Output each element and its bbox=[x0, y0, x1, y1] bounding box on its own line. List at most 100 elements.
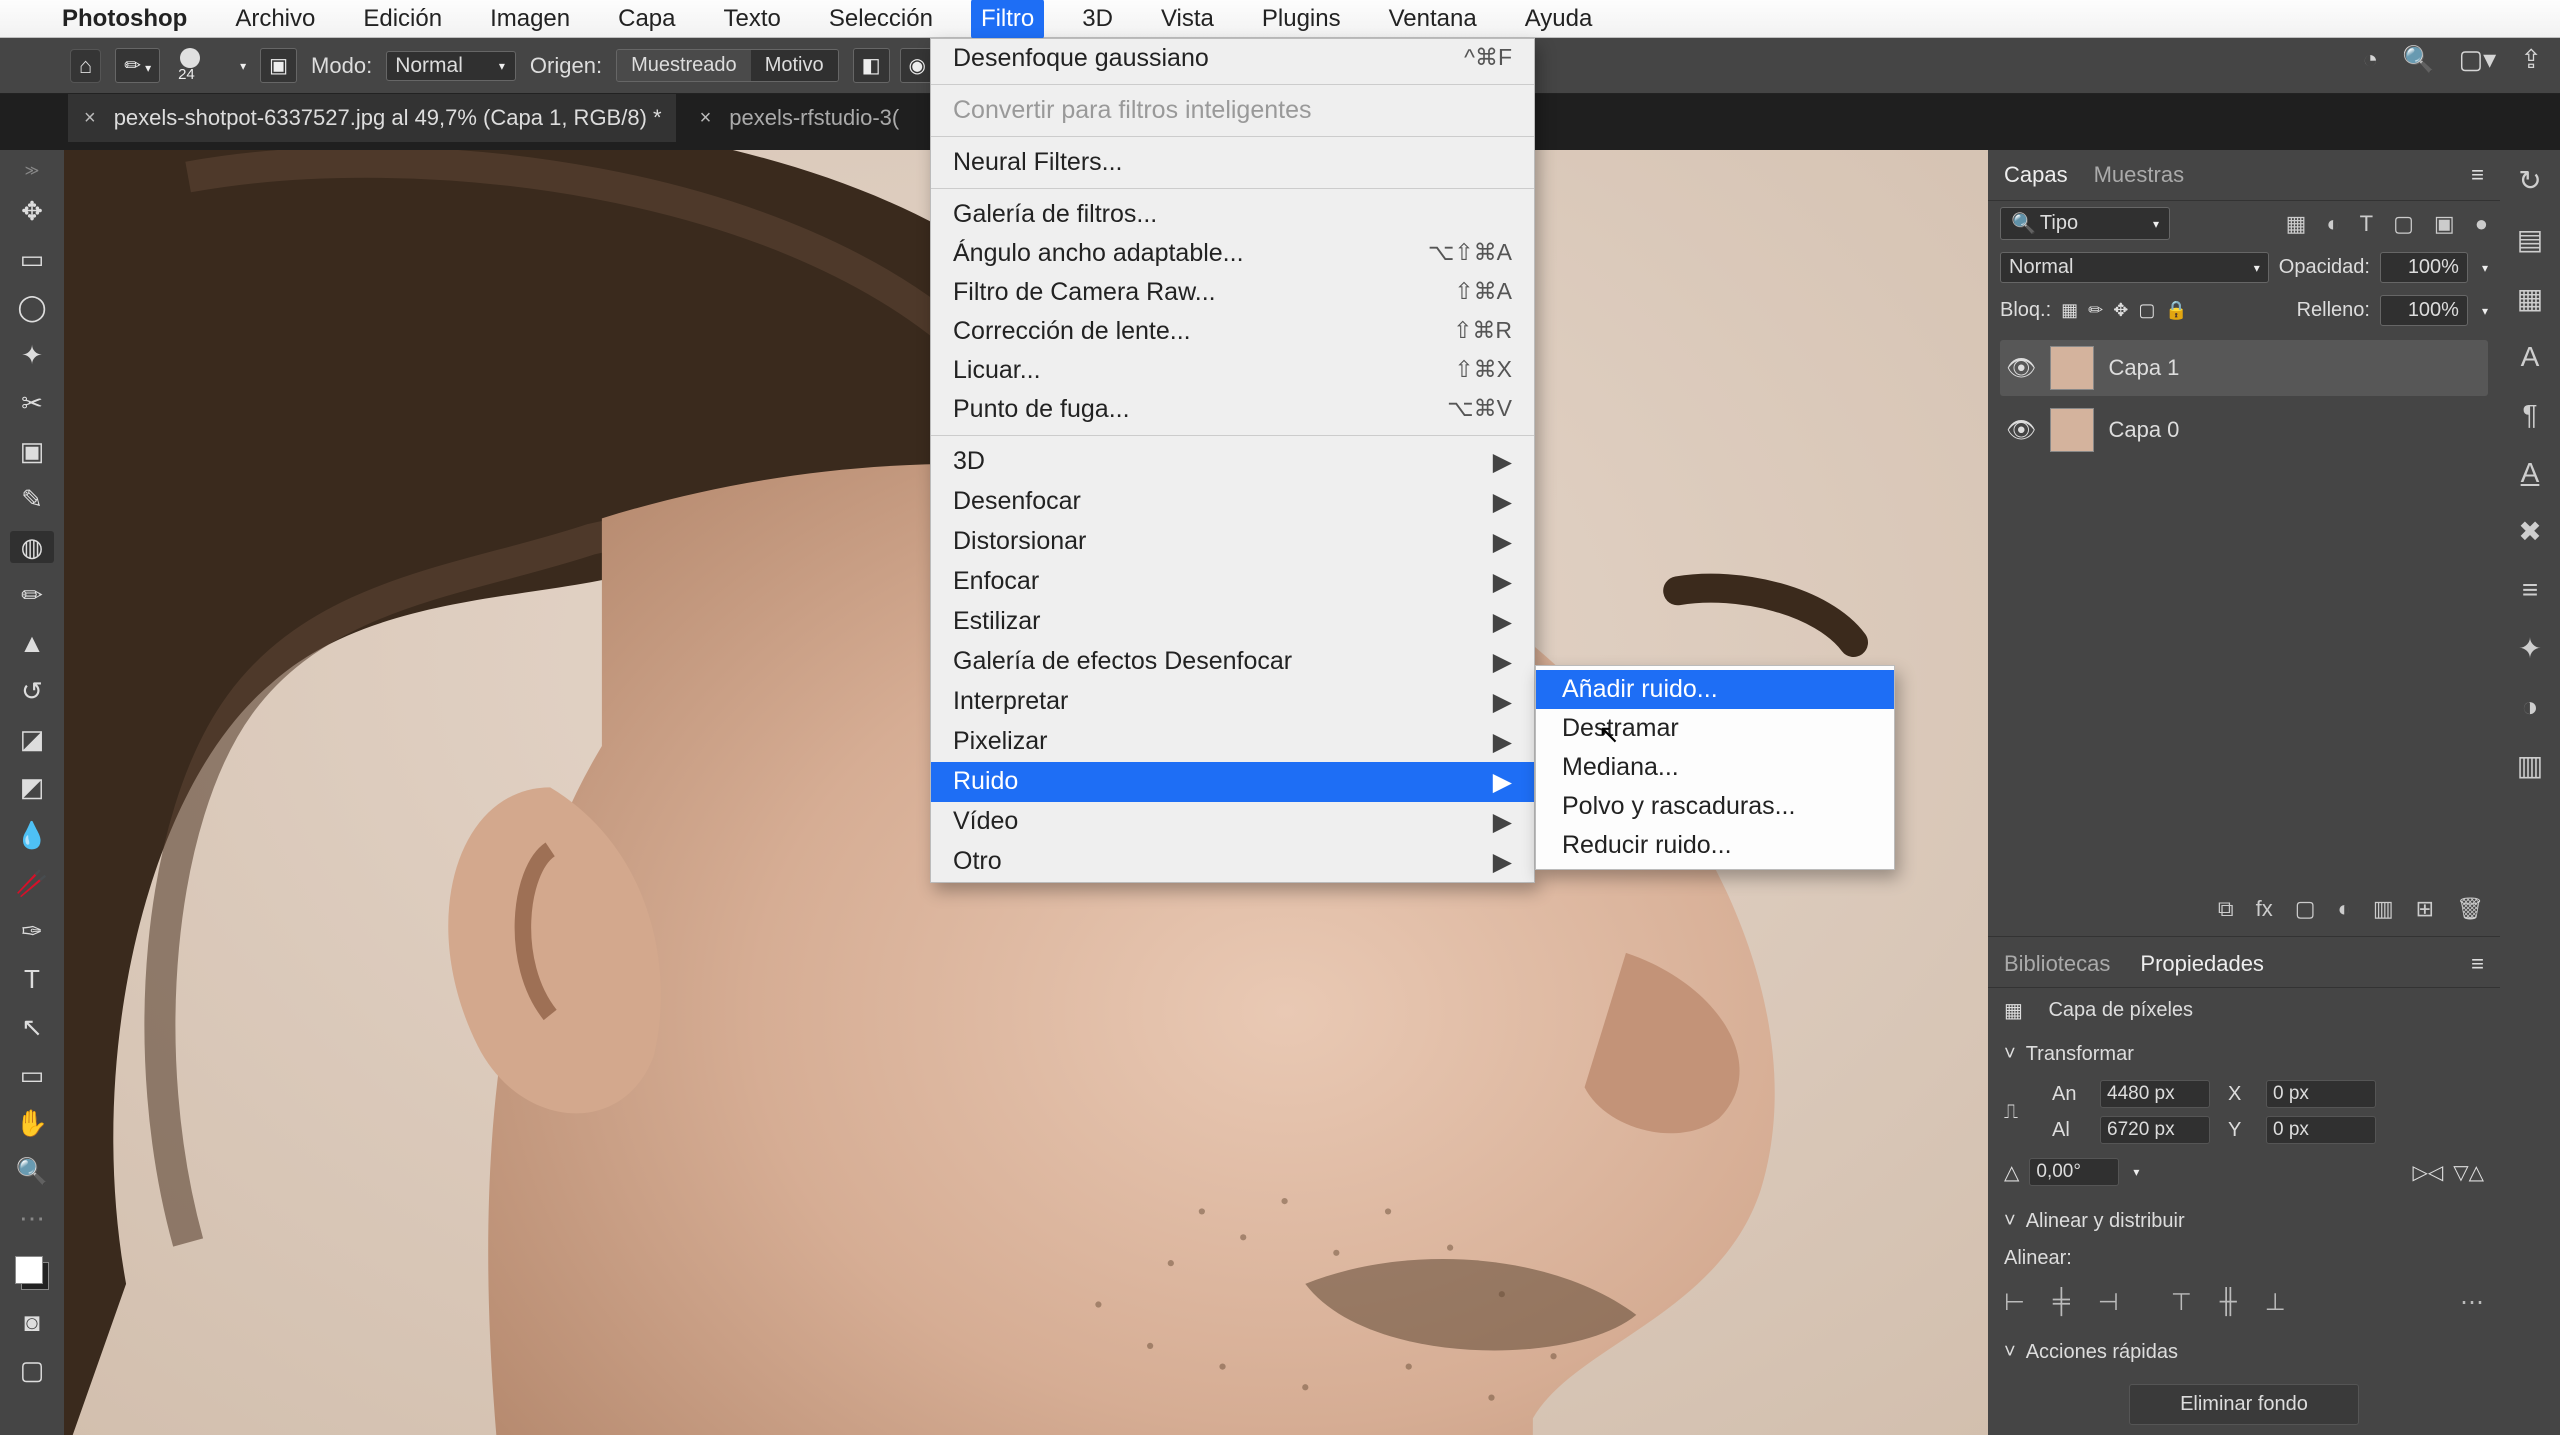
menu-item[interactable]: Galería de efectos Desenfocar▶ bbox=[931, 642, 1534, 682]
visibility-icon[interactable]: 👁 bbox=[2006, 416, 2036, 445]
tab-propiedades[interactable]: Propiedades bbox=[2140, 951, 2264, 977]
glyphs-panel-icon[interactable]: A bbox=[2521, 457, 2540, 489]
lock-brush-icon[interactable]: ✏ bbox=[2088, 300, 2103, 321]
menu-item[interactable]: Pixelizar▶ bbox=[931, 722, 1534, 762]
width-input[interactable]: 4480 px bbox=[2100, 1080, 2210, 1108]
submenu-item[interactable]: Reducir ruido... bbox=[1536, 826, 1894, 865]
info-panel-icon[interactable]: ✦ bbox=[2518, 632, 2541, 665]
tab-capas[interactable]: Capas bbox=[2004, 162, 2068, 188]
eraser-tool-icon[interactable]: ◪ bbox=[10, 723, 54, 755]
pen-tool-icon[interactable]: ✑ bbox=[10, 915, 54, 947]
filter-pixel-icon[interactable]: ▦ bbox=[2286, 211, 2307, 237]
frame-icon[interactable]: ▢▾ bbox=[2459, 44, 2497, 75]
menu-item[interactable]: Neural Filters... bbox=[931, 143, 1534, 182]
aligned-icon[interactable]: ◧ bbox=[853, 48, 890, 83]
align-left-icon[interactable]: ⊢ bbox=[2004, 1288, 2025, 1317]
eyedropper-tool-icon[interactable]: ✎ bbox=[10, 483, 54, 515]
menu-vista[interactable]: Vista bbox=[1151, 0, 1224, 39]
lock-artboard-icon[interactable]: ▢ bbox=[2138, 300, 2155, 321]
mask-icon[interactable]: ▢ bbox=[2295, 896, 2316, 922]
submenu-item[interactable]: Añadir ruido... bbox=[1536, 670, 1894, 709]
align-more-icon[interactable]: ⋯ bbox=[2460, 1288, 2484, 1317]
menu-plugins[interactable]: Plugins bbox=[1252, 0, 1351, 39]
y-input[interactable]: 0 px bbox=[2266, 1116, 2376, 1144]
blur-tool-icon[interactable]: 💧 bbox=[10, 819, 54, 851]
remove-background-button[interactable]: Eliminar fondo bbox=[2129, 1384, 2359, 1425]
menu-item[interactable]: Convertir para filtros inteligentes bbox=[931, 91, 1534, 130]
close-tab-icon[interactable]: × bbox=[84, 107, 96, 130]
menu-seleccion[interactable]: Selección bbox=[819, 0, 943, 39]
layer-filter-select[interactable]: 🔍 Tipo▾ bbox=[2000, 207, 2170, 240]
dodge-tool-icon[interactable]: 🥢 bbox=[10, 867, 54, 899]
filter-toggle-icon[interactable]: ● bbox=[2475, 211, 2488, 237]
lock-all-icon[interactable]: 🔒 bbox=[2165, 300, 2187, 321]
fx-icon[interactable]: fx bbox=[2256, 896, 2273, 922]
brush-panel-icon[interactable]: ▣ bbox=[260, 48, 297, 83]
gradient-tool-icon[interactable]: ◩ bbox=[10, 771, 54, 803]
menu-item[interactable]: 3D▶ bbox=[931, 442, 1534, 482]
group-icon[interactable]: ▥ bbox=[2373, 896, 2394, 922]
tool-preset-icon[interactable]: ✏▾ bbox=[115, 48, 160, 83]
share-icon[interactable]: ⇪ bbox=[2520, 44, 2542, 75]
clone-tool-icon[interactable]: ▲ bbox=[10, 627, 54, 659]
menu-item[interactable]: Filtro de Camera Raw...⇧⌘A bbox=[931, 273, 1534, 312]
tab-muestras[interactable]: Muestras bbox=[2094, 162, 2184, 188]
menu-item[interactable]: Estilizar▶ bbox=[931, 602, 1534, 642]
paragraph-panel-icon[interactable]: ¶ bbox=[2522, 399, 2537, 431]
frame-tool-icon[interactable]: ▣ bbox=[10, 435, 54, 467]
home-button[interactable]: ⌂ bbox=[70, 49, 101, 83]
layer-row[interactable]: 👁 Capa 1 bbox=[2000, 340, 2488, 396]
new-layer-icon[interactable]: ⊞ bbox=[2416, 896, 2434, 922]
doc-tab-1[interactable]: × pexels-shotpot-6337527.jpg al 49,7% (C… bbox=[68, 94, 676, 142]
hand-tool-icon[interactable]: ✋ bbox=[10, 1107, 54, 1139]
adjustments-panel-icon[interactable]: ✖ bbox=[2518, 515, 2541, 548]
align-hcenter-icon[interactable]: ╪ bbox=[2053, 1288, 2070, 1317]
menu-filtro[interactable]: Filtro bbox=[971, 0, 1044, 39]
menu-item[interactable]: Ruido▶ bbox=[931, 762, 1534, 802]
filter-type-icon[interactable]: T bbox=[2360, 211, 2373, 237]
x-input[interactable]: 0 px bbox=[2266, 1080, 2376, 1108]
menu-item[interactable]: Desenfocar▶ bbox=[931, 482, 1534, 522]
menu-item[interactable]: Ángulo ancho adaptable...⌥⇧⌘A bbox=[931, 234, 1534, 273]
doc-tab-2[interactable]: × pexels-rfstudio-3( bbox=[684, 94, 914, 142]
tab-bibliotecas[interactable]: Bibliotecas bbox=[2004, 951, 2110, 977]
libraries-panel-icon[interactable]: ▦ bbox=[2517, 282, 2543, 315]
layer-row[interactable]: 👁 Capa 0 bbox=[2000, 402, 2488, 458]
close-tab-icon[interactable]: × bbox=[700, 107, 712, 130]
visibility-icon[interactable]: 👁 bbox=[2006, 354, 2036, 383]
quick-actions-section[interactable]: ˅Acciones rápidas bbox=[2004, 1331, 2484, 1368]
quickmask-icon[interactable]: ◙ bbox=[10, 1306, 54, 1338]
lasso-tool-icon[interactable]: ◯ bbox=[10, 291, 54, 323]
menu-edicion[interactable]: Edición bbox=[353, 0, 452, 39]
zoom-tool-icon[interactable]: 🔍 bbox=[10, 1155, 54, 1187]
align-vcenter-icon[interactable]: ╫ bbox=[2220, 1288, 2237, 1317]
menu-3d[interactable]: 3D bbox=[1072, 0, 1123, 39]
origin-motivo[interactable]: Motivo bbox=[751, 50, 838, 81]
menu-item[interactable]: Galería de filtros... bbox=[931, 195, 1534, 234]
flip-v-icon[interactable]: ▽△ bbox=[2453, 1160, 2484, 1185]
color-panel-icon[interactable]: ▤ bbox=[2517, 223, 2543, 256]
filter-adjust-icon[interactable]: ◐ bbox=[2326, 211, 2339, 237]
layer-name[interactable]: Capa 0 bbox=[2108, 417, 2179, 443]
fill-input[interactable]: 100% bbox=[2380, 295, 2468, 326]
brush-size-picker[interactable]: 24 bbox=[174, 48, 222, 84]
angle-input[interactable]: 0,00° bbox=[2029, 1158, 2119, 1186]
align-bottom-icon[interactable]: ⊥ bbox=[2265, 1288, 2286, 1317]
path-tool-icon[interactable]: ↖ bbox=[10, 1011, 54, 1043]
menu-texto[interactable]: Texto bbox=[714, 0, 791, 39]
menu-item[interactable]: Licuar...⇧⌘X bbox=[931, 351, 1534, 390]
submenu-item[interactable]: Polvo y rascaduras... bbox=[1536, 787, 1894, 826]
menu-item[interactable]: Interpretar▶ bbox=[931, 682, 1534, 722]
menu-imagen[interactable]: Imagen bbox=[480, 0, 580, 39]
screenmode-icon[interactable]: ▢ bbox=[10, 1354, 54, 1386]
align-section[interactable]: ˅Alinear y distribuir bbox=[2004, 1200, 2484, 1237]
panel-menu-icon[interactable]: ≡ bbox=[2471, 951, 2484, 977]
link-wh-icon[interactable]: ⎍ bbox=[2004, 1101, 2044, 1124]
shape-tool-icon[interactable]: ▭ bbox=[10, 1059, 54, 1091]
menu-capa[interactable]: Capa bbox=[608, 0, 685, 39]
search-icon[interactable]: 🔍 bbox=[2402, 44, 2434, 75]
swatches-panel-icon[interactable]: ◑ bbox=[2522, 691, 2539, 723]
brush-dropdown-icon[interactable]: ▾ bbox=[236, 59, 246, 73]
brush-tool-icon[interactable]: ✏ bbox=[10, 579, 54, 611]
menu-item[interactable]: Enfocar▶ bbox=[931, 562, 1534, 602]
